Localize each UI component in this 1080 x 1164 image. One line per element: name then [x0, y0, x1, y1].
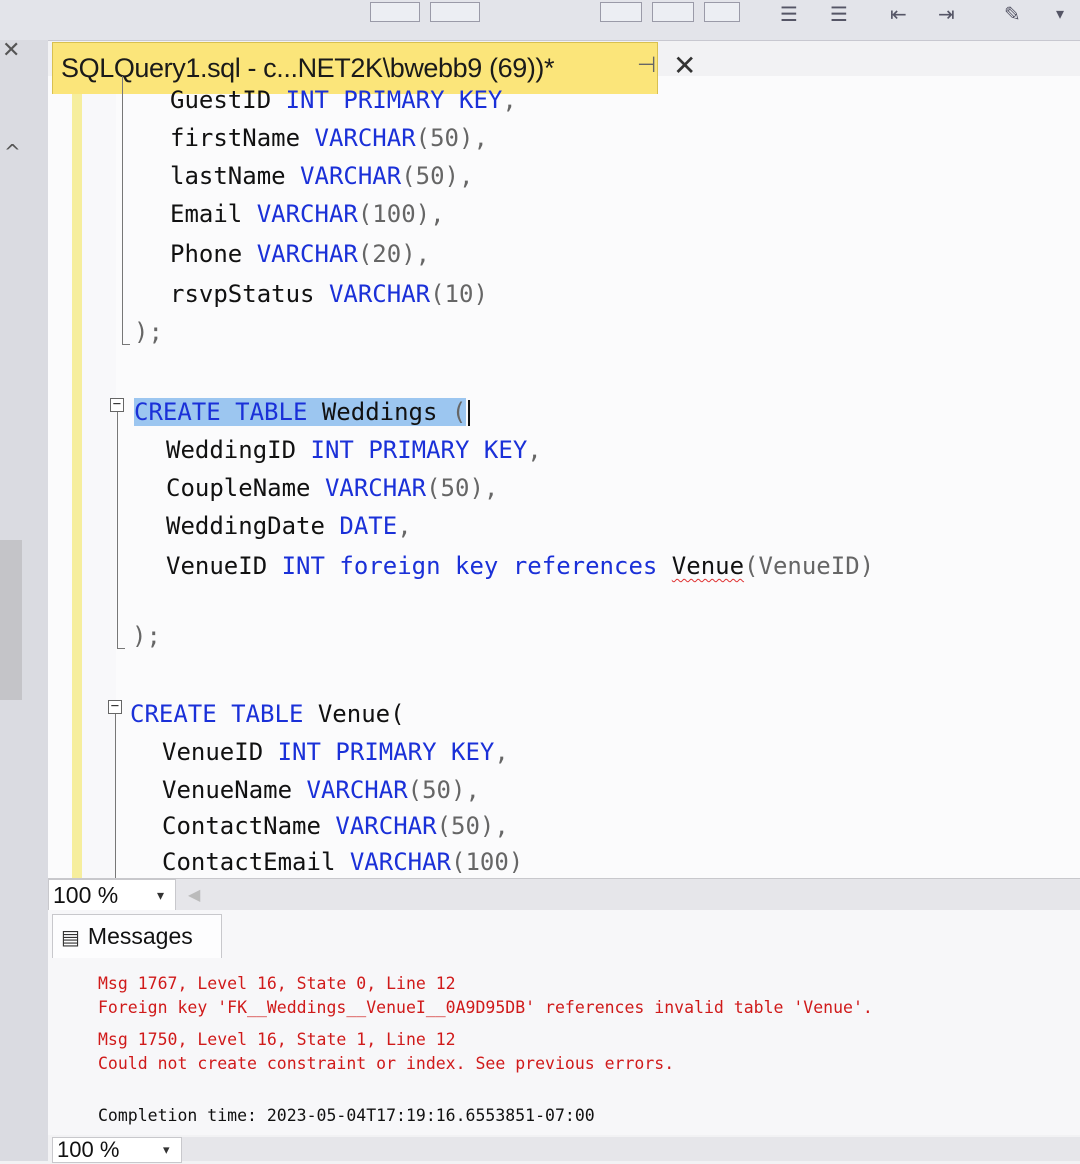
scroll-left-icon[interactable]: ◀ [188, 885, 200, 904]
collapse-icon[interactable]: − [108, 699, 122, 714]
fold-guide [115, 714, 116, 880]
outdent-icon[interactable]: ⇥ [938, 4, 955, 24]
code-line-foreign-key: VenueID INT foreign key references Venue… [166, 552, 875, 580]
fold-end [117, 648, 125, 649]
code-line: CoupleName VARCHAR(50), [166, 474, 499, 502]
code-line: VenueID INT PRIMARY KEY, [162, 738, 509, 766]
chevron-down-icon[interactable]: ▾ [163, 1138, 170, 1164]
toolbar: ☰ ☰ ⇤ ⇥ ✎ ▾ [0, 0, 1080, 41]
zoom-value: 100 % [53, 882, 119, 908]
code-line: WeddingID INT PRIMARY KEY, [166, 436, 542, 464]
results-zoom-bar: 100 % ▾ [52, 1137, 1080, 1163]
message-line: Foreign key 'FK__Weddings__VenueI__0A9D9… [98, 998, 873, 1017]
code-line: Phone VARCHAR(20), [170, 240, 431, 268]
chevron-up-icon[interactable]: ^ [4, 140, 21, 164]
comment-icon[interactable]: ✎ [1004, 4, 1021, 24]
code-line: Email VARCHAR(100), [170, 200, 445, 228]
message-line: Msg 1767, Level 16, State 0, Line 12 [98, 974, 456, 993]
fold-guide [117, 412, 118, 648]
code-line-create-weddings: CREATE TABLE Weddings ( [134, 398, 471, 426]
message-line: Msg 1750, Level 16, State 1, Line 12 [98, 1030, 456, 1049]
close-icon[interactable]: ✕ [2, 38, 20, 63]
code-line: ); [132, 622, 161, 650]
completion-time: Completion time: 2023-05-04T17:19:16.655… [98, 1106, 595, 1125]
code-line: GuestID INT PRIMARY KEY, [170, 86, 517, 114]
align-left-icon[interactable]: ☰ [780, 4, 798, 24]
code-line: ); [134, 318, 163, 346]
editor-zoom-bar: 100 % ▾ ◀ [48, 878, 1080, 911]
left-scrollbar[interactable] [0, 540, 22, 700]
toolbar-button[interactable] [370, 2, 420, 22]
outlining-gutter [82, 76, 116, 880]
toolbar-button[interactable] [430, 2, 480, 22]
code-line: ContactEmail VARCHAR(100) [162, 848, 524, 876]
results-zoom-value: 100 % [57, 1137, 120, 1162]
results-zoom-dropdown[interactable]: 100 % ▾ [52, 1137, 182, 1163]
code-line: lastName VARCHAR(50), [170, 162, 474, 190]
close-tab-icon[interactable]: ✕ [673, 49, 696, 82]
document-tab-title: SQLQuery1.sql - c...NET2K\bwebb9 (69))* [61, 53, 555, 83]
results-pane: ▤ Messages Msg 1767, Level 16, State 0, … [48, 910, 1080, 1135]
invalid-reference-squiggle: Venue [671, 552, 745, 580]
overflow-chevron-icon[interactable]: ▾ [1056, 4, 1064, 24]
collapse-icon[interactable]: − [110, 397, 124, 412]
text-caret [468, 400, 471, 426]
pin-icon[interactable]: ⊣ [637, 53, 656, 78]
align-right-icon[interactable]: ☰ [830, 4, 848, 24]
chevron-down-icon[interactable]: ▾ [157, 882, 164, 910]
code-line: rsvpStatus VARCHAR(10) [170, 280, 488, 308]
code-line-create-venue: CREATE TABLE Venue( [130, 700, 405, 728]
code-line: VenueName VARCHAR(50), [162, 776, 480, 804]
zoom-dropdown[interactable]: 100 % ▾ [48, 879, 176, 911]
fold-end [122, 344, 130, 345]
grid-icon[interactable] [704, 2, 740, 22]
code-line: WeddingDate DATE, [166, 512, 412, 540]
grid-icon[interactable] [600, 2, 642, 22]
code-line: ContactName VARCHAR(50), [162, 812, 509, 840]
change-tracking-bar [72, 76, 82, 880]
messages-icon: ▤ [61, 924, 80, 949]
messages-tab[interactable]: ▤ Messages [52, 914, 222, 958]
code-line: firstName VARCHAR(50), [170, 124, 488, 152]
messages-tab-label: Messages [87, 923, 193, 949]
fold-guide [122, 76, 123, 344]
indent-icon[interactable]: ⇤ [890, 4, 907, 24]
grid-icon[interactable] [652, 2, 694, 22]
message-line: Could not create constraint or index. Se… [98, 1054, 675, 1073]
